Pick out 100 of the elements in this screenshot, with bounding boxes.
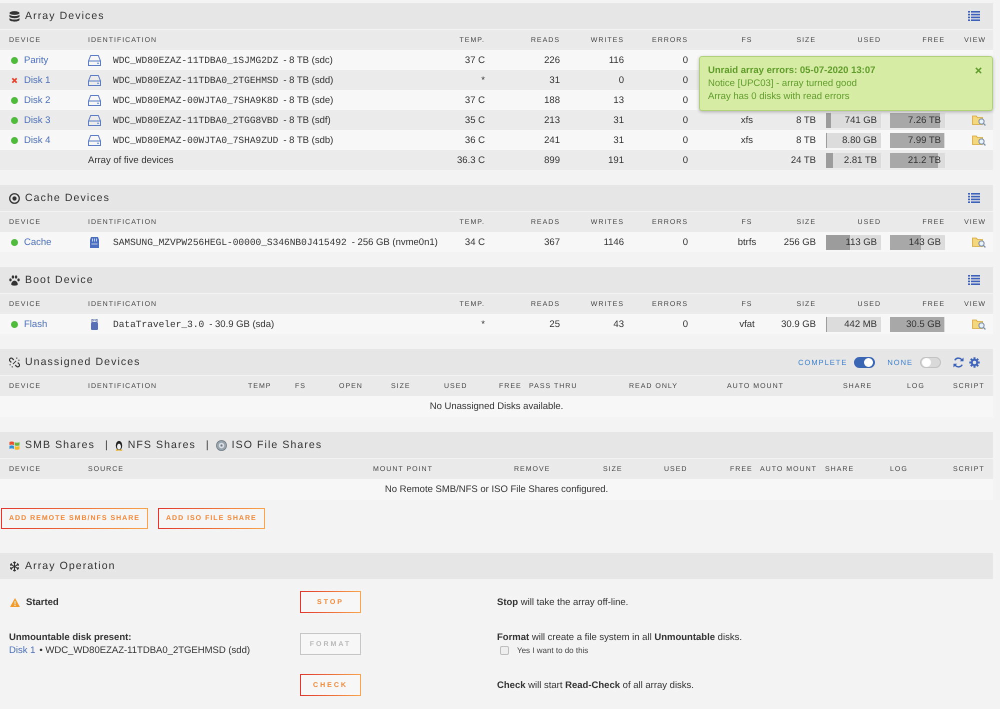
- list-view-icon[interactable]: [968, 275, 980, 285]
- drive-capacity-text: - 8 TB (sdf): [283, 114, 331, 126]
- broken-link-icon: [9, 356, 20, 368]
- used-value: 741 GB: [844, 114, 878, 126]
- filesystem-value: vfat: [739, 318, 755, 330]
- section-title: NFS Shares: [128, 439, 196, 451]
- device-link[interactable]: Disk 2: [24, 94, 50, 106]
- reads-value: 25: [549, 318, 560, 330]
- warning-text: Unmountable disk present:: [9, 631, 132, 644]
- confirm-label: Yes I want to do this: [517, 645, 588, 657]
- writes-value: 1146: [604, 236, 624, 248]
- drive-id-text: SAMSUNG_MZVPW256HEGL-00000_S346NB0J415492: [113, 236, 347, 248]
- device-link[interactable]: Disk 1: [24, 74, 50, 86]
- settings-icon[interactable]: [969, 356, 980, 368]
- device-link[interactable]: Disk 4: [24, 134, 50, 146]
- errors-value: 0: [682, 114, 688, 126]
- notification-title: Unraid array errors: 05-07-2020 13:07: [708, 64, 876, 77]
- notification-text: Array has 0 disks with read errors: [708, 90, 850, 103]
- toggle-switch[interactable]: [920, 356, 941, 368]
- errors-value: 0: [682, 318, 688, 330]
- warning-icon: [10, 598, 20, 606]
- temperature-value: 36.3 C: [457, 154, 485, 166]
- reads-value: 213: [544, 114, 560, 126]
- empty-message: No Unassigned Disks available.: [430, 401, 564, 412]
- reads-value: 241: [544, 134, 560, 146]
- separator-text: |: [104, 439, 108, 451]
- errors-value: 0: [682, 134, 688, 146]
- device-link[interactable]: Parity: [24, 54, 48, 66]
- free-value: 7.99 TB: [908, 134, 942, 146]
- hard-drive-icon: [88, 74, 101, 86]
- notification-text: Notice [UPC03] - array turned good: [708, 77, 857, 90]
- writes-value: 31: [613, 114, 624, 126]
- section-title: Array Devices: [25, 10, 105, 22]
- separator-text: |: [206, 439, 209, 451]
- penguin-icon: [114, 440, 123, 450]
- device-link[interactable]: Cache: [24, 236, 52, 248]
- temperature-value: 36 C: [464, 134, 485, 146]
- section-title: Cache Devices: [25, 192, 110, 204]
- writes-value: 31: [613, 134, 624, 146]
- list-view-icon[interactable]: [968, 193, 980, 203]
- writes-value: 43: [613, 318, 624, 330]
- drive-capacity-text: - 30.9 GB (sda): [209, 318, 274, 330]
- reads-value: 899: [544, 154, 560, 166]
- temperature-value: *: [481, 74, 485, 86]
- drive-id-text: WDC_WD80EZAZ-11TDBA0_2TGG8VBD: [113, 114, 278, 126]
- free-value: 7.26 TB: [908, 114, 942, 126]
- device-link[interactable]: Disk 3: [24, 114, 50, 126]
- folder-search-icon[interactable]: [972, 114, 986, 126]
- size-value: 30.9 GB: [781, 318, 816, 330]
- drive-capacity-text: - 8 TB (sdd): [283, 74, 334, 86]
- toggle-switch[interactable]: [854, 356, 876, 368]
- folder-search-icon[interactable]: [972, 236, 986, 248]
- errors-value: 0: [682, 94, 688, 106]
- section-title: Boot Device: [25, 274, 94, 286]
- flag-icon: [9, 440, 20, 450]
- temperature-value: *: [481, 318, 485, 330]
- description-text: Stop will take the array off-line.: [497, 596, 628, 608]
- free-value: 21.2 TB: [908, 154, 942, 166]
- drive-capacity-text: - 8 TB (sdc): [283, 54, 333, 66]
- hard-drive-icon: [88, 114, 101, 126]
- summary-label: Array of five devices: [88, 154, 174, 166]
- drive-id-text: DataTraveler_3.0: [113, 318, 204, 330]
- disc-icon: [216, 440, 227, 450]
- folder-search-icon[interactable]: [972, 318, 986, 330]
- hard-drive-icon: [88, 134, 101, 146]
- filesystem-value: btrfs: [738, 236, 756, 248]
- size-value: 8 TB: [796, 114, 816, 126]
- list-view-icon[interactable]: [968, 11, 980, 21]
- folder-search-icon[interactable]: [972, 134, 986, 146]
- temperature-value: 37 C: [464, 54, 485, 66]
- close-icon[interactable]: [975, 67, 982, 74]
- reads-value: 188: [544, 94, 560, 106]
- filesystem-value: xfs: [740, 114, 754, 126]
- hard-drive-icon: [88, 94, 101, 106]
- temperature-value: 37 C: [464, 94, 485, 106]
- free-value: 143 GB: [908, 236, 942, 248]
- usb-stick-icon: [88, 318, 101, 330]
- confirm-checkbox[interactable]: [500, 646, 509, 655]
- section-title: SMB Shares: [25, 439, 95, 451]
- empty-message: No Remote SMB/NFS or ISO File Shares configured.: [384, 484, 608, 495]
- drive-id-text: WDC_WD80EZAZ-11TDBA0_1SJMG2DZ: [113, 54, 278, 66]
- filesystem-value: xfs: [740, 134, 754, 146]
- drive-capacity-text: - 8 TB (sdb): [283, 134, 334, 146]
- refresh-icon[interactable]: [953, 356, 964, 368]
- reads-value: 31: [549, 74, 560, 86]
- drive-id-text: WDC_WD80EMAZ-00WJTA0_7SHA9K8D: [113, 94, 278, 106]
- size-value: 256 GB: [784, 236, 816, 248]
- drive-capacity-text: - 256 GB (nvme0n1): [352, 236, 438, 248]
- hard-drive-icon: [88, 54, 101, 66]
- array-status-text: Started: [26, 596, 59, 608]
- free-value: 30.5 GB: [906, 318, 942, 330]
- disk-link[interactable]: Disk 1: [9, 644, 36, 657]
- drive-id-text: WDC_WD80EZAZ-11TDBA0_2TGEHMSD: [113, 74, 278, 86]
- reads-value: 367: [544, 236, 560, 248]
- device-link[interactable]: Flash: [24, 318, 48, 330]
- size-value: 8 TB: [796, 134, 816, 146]
- drive-id-text: WDC_WD80EMAZ-00WJTA0_7SHA9ZUD: [113, 134, 278, 146]
- description-text: Format will create a file system in all Unmountable disks.: [497, 631, 742, 644]
- database-icon: [9, 10, 20, 22]
- temperature-value: 34 C: [464, 236, 485, 248]
